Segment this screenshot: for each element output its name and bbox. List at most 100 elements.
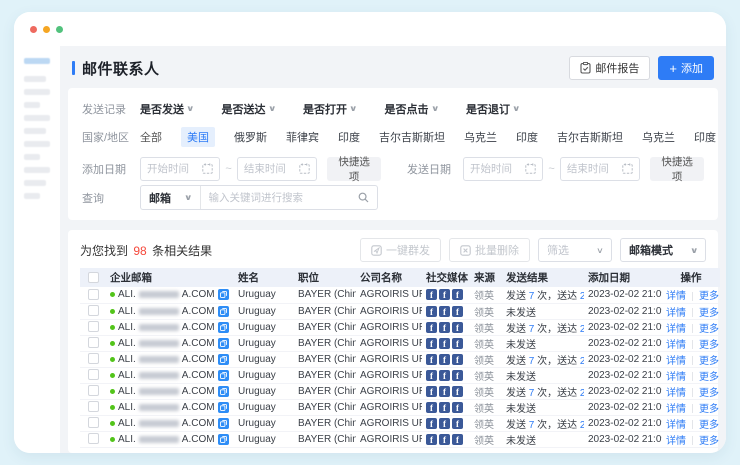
detail-link[interactable]: 详情 [666, 436, 686, 447]
facebook-icon[interactable]: f [439, 338, 450, 349]
more-link[interactable]: 更多∨ [699, 420, 720, 431]
maximize-window-icon[interactable] [56, 26, 63, 33]
facebook-icon[interactable]: f [452, 322, 463, 333]
more-link[interactable]: 更多∨ [699, 404, 720, 415]
facebook-icon[interactable]: f [439, 354, 450, 365]
country-option[interactable]: 印度 [694, 129, 716, 145]
sidebar-item[interactable] [24, 89, 50, 95]
facebook-icon[interactable]: f [452, 418, 463, 429]
detail-link[interactable]: 详情 [666, 404, 686, 415]
sidebar-item[interactable] [24, 115, 50, 121]
detail-link[interactable]: 详情 [666, 372, 686, 383]
sidebar-item[interactable] [24, 193, 40, 199]
minimize-window-icon[interactable] [43, 26, 50, 33]
copy-email-icon[interactable] [218, 434, 229, 445]
copy-email-icon[interactable] [218, 402, 229, 413]
country-option[interactable]: 乌克兰 [464, 129, 497, 145]
add-button[interactable]: + 添加 [658, 56, 714, 80]
row-checkbox[interactable] [88, 369, 99, 380]
copy-email-icon[interactable] [218, 386, 229, 397]
more-link[interactable]: 更多∨ [699, 324, 720, 335]
row-checkbox[interactable] [88, 353, 99, 364]
more-link[interactable]: 更多∨ [699, 340, 720, 351]
country-option[interactable]: 吉尔吉斯斯坦 [379, 129, 445, 145]
add-date-quick-options-button[interactable]: 快捷选项 [327, 157, 381, 181]
facebook-icon[interactable]: f [452, 386, 463, 397]
facebook-icon[interactable]: f [452, 306, 463, 317]
facebook-icon[interactable]: f [426, 418, 437, 429]
detail-link[interactable]: 详情 [666, 340, 686, 351]
row-checkbox[interactable] [88, 289, 99, 300]
facebook-icon[interactable]: f [426, 386, 437, 397]
country-option[interactable]: 印度 [516, 129, 538, 145]
detail-link[interactable]: 详情 [666, 291, 686, 302]
facebook-icon[interactable]: f [452, 402, 463, 413]
facebook-icon[interactable]: f [439, 386, 450, 397]
facebook-icon[interactable]: f [426, 354, 437, 365]
detail-link[interactable]: 详情 [666, 356, 686, 367]
detail-link[interactable]: 详情 [666, 308, 686, 319]
filter-dropdown[interactable]: 是否打开∨ [303, 101, 357, 117]
send-date-quick-options-button[interactable]: 快捷选项 [650, 157, 704, 181]
facebook-icon[interactable]: f [426, 338, 437, 349]
mailbox-mode-select[interactable]: 邮箱模式 ∨ [620, 238, 706, 262]
facebook-icon[interactable]: f [426, 434, 437, 445]
sidebar-item[interactable] [24, 141, 50, 147]
bulk-delete-button[interactable]: 批量删除 [449, 238, 530, 262]
send-date-start-input[interactable]: 开始时间 [463, 157, 543, 181]
copy-email-icon[interactable] [218, 322, 229, 333]
keyword-search-input[interactable]: 输入关键词进行搜索 [201, 186, 377, 209]
sidebar-item[interactable] [24, 102, 40, 108]
more-link[interactable]: 更多∨ [699, 291, 720, 302]
country-option[interactable]: 菲律宾 [286, 129, 319, 145]
sidebar-item[interactable] [24, 154, 40, 160]
country-option-selected[interactable]: 美国 [181, 127, 215, 147]
filter-dropdown[interactable]: 是否退订∨ [466, 101, 520, 117]
copy-email-icon[interactable] [218, 306, 229, 317]
sidebar-item-active[interactable] [24, 58, 50, 64]
copy-email-icon[interactable] [218, 354, 229, 365]
row-checkbox[interactable] [88, 417, 99, 428]
facebook-icon[interactable]: f [439, 322, 450, 333]
copy-email-icon[interactable] [218, 338, 229, 349]
filter-dropdown[interactable]: 是否点击∨ [385, 101, 439, 117]
row-checkbox[interactable] [88, 433, 99, 444]
row-checkbox[interactable] [88, 401, 99, 412]
filter-dropdown[interactable]: 是否发送∨ [140, 101, 194, 117]
country-option[interactable]: 吉尔吉斯斯坦 [557, 129, 623, 145]
copy-email-icon[interactable] [218, 289, 229, 300]
filter-dropdown[interactable]: 是否送达∨ [222, 101, 276, 117]
facebook-icon[interactable]: f [426, 402, 437, 413]
filter-select[interactable]: 筛选 ∨ [538, 238, 612, 262]
select-all-checkbox[interactable] [88, 272, 99, 283]
sidebar-item[interactable] [24, 180, 46, 186]
more-link[interactable]: 更多∨ [699, 356, 720, 367]
sidebar-item[interactable] [24, 128, 46, 134]
row-checkbox[interactable] [88, 305, 99, 316]
facebook-icon[interactable]: f [426, 289, 437, 300]
detail-link[interactable]: 详情 [666, 420, 686, 431]
add-date-end-input[interactable]: 结束时间 [237, 157, 317, 181]
facebook-icon[interactable]: f [426, 306, 437, 317]
more-link[interactable]: 更多∨ [699, 308, 720, 319]
facebook-icon[interactable]: f [426, 322, 437, 333]
facebook-icon[interactable]: f [452, 338, 463, 349]
more-link[interactable]: 更多∨ [699, 436, 720, 447]
add-date-start-input[interactable]: 开始时间 [140, 157, 220, 181]
row-checkbox[interactable] [88, 385, 99, 396]
country-option[interactable]: 全部 [140, 129, 162, 145]
facebook-icon[interactable]: f [439, 418, 450, 429]
facebook-icon[interactable]: f [452, 434, 463, 445]
facebook-icon[interactable]: f [452, 354, 463, 365]
email-report-button[interactable]: 邮件报告 [569, 56, 650, 80]
bulk-send-button[interactable]: 一键群发 [360, 238, 441, 262]
facebook-icon[interactable]: f [452, 370, 463, 381]
facebook-icon[interactable]: f [439, 289, 450, 300]
facebook-icon[interactable]: f [439, 434, 450, 445]
detail-link[interactable]: 详情 [666, 324, 686, 335]
send-date-end-input[interactable]: 结束时间 [560, 157, 640, 181]
facebook-icon[interactable]: f [439, 402, 450, 413]
copy-email-icon[interactable] [218, 370, 229, 381]
copy-email-icon[interactable] [218, 418, 229, 429]
sidebar-item[interactable] [24, 167, 50, 173]
